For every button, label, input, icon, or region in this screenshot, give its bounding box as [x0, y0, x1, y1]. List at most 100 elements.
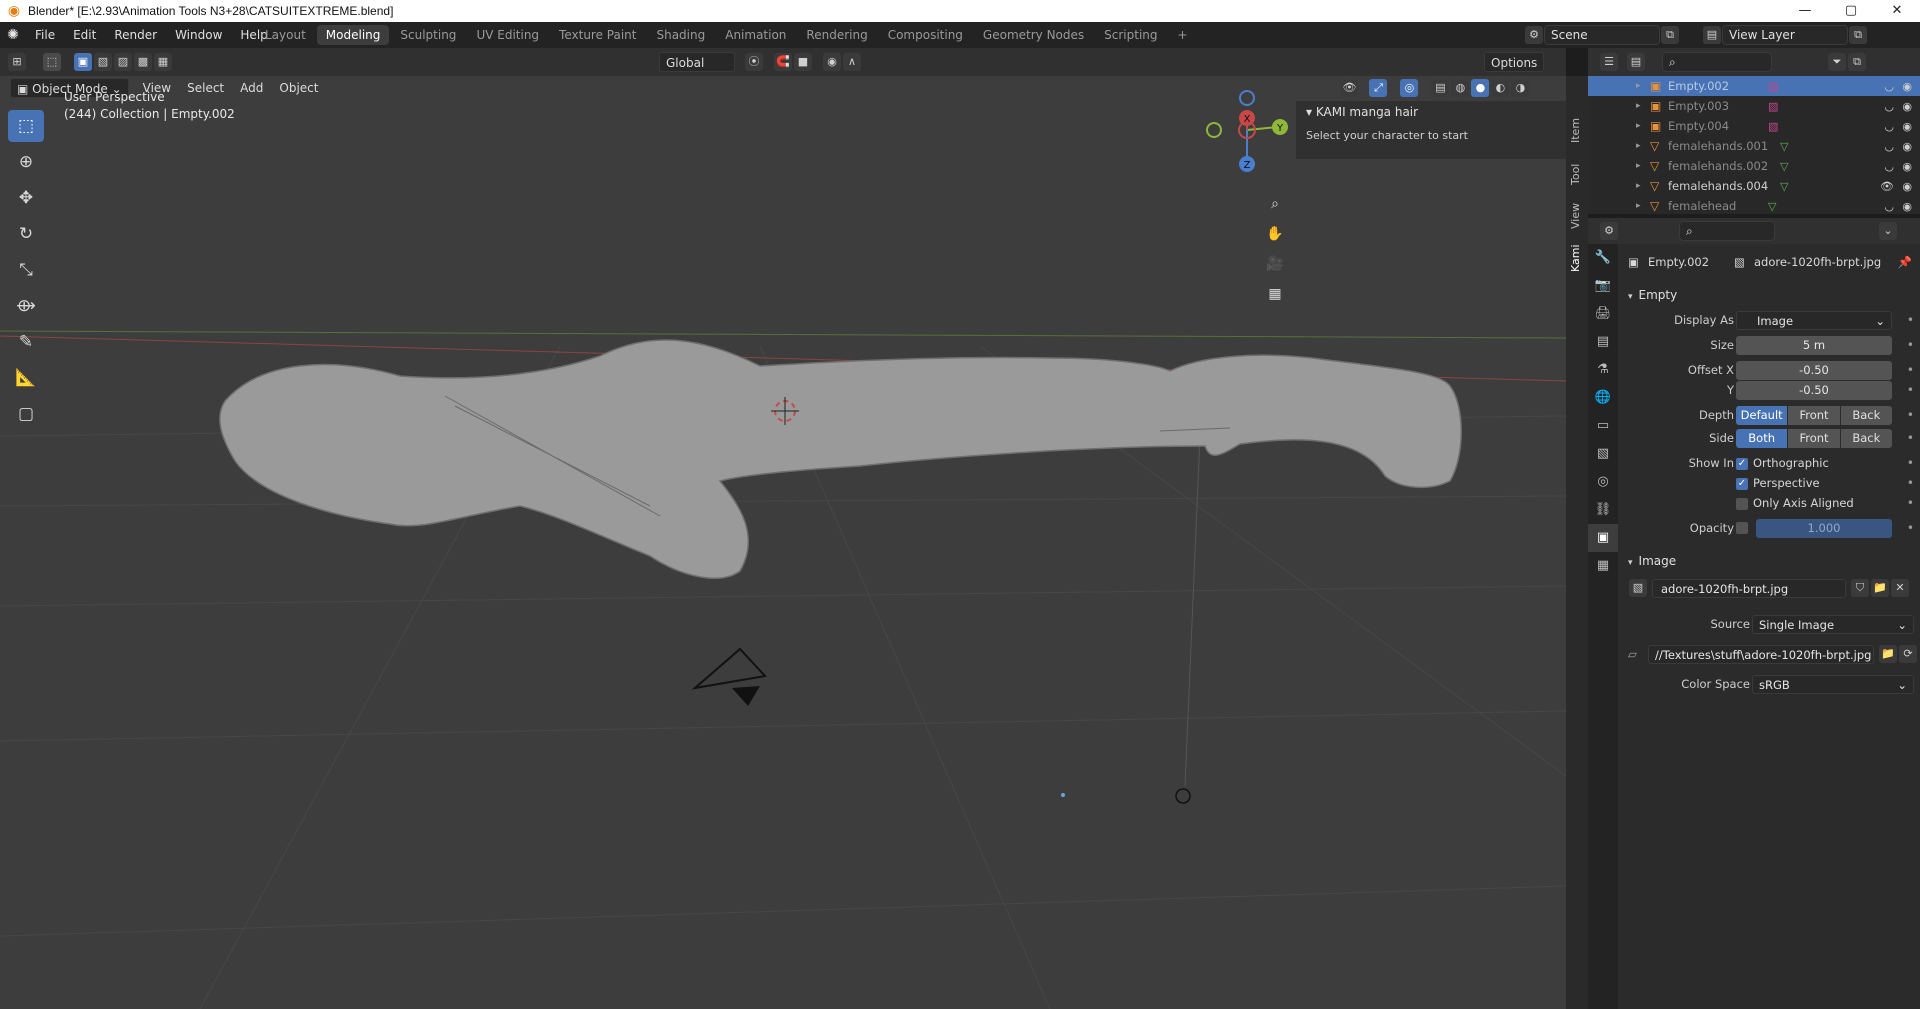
outliner-item-femalehands-001[interactable]: ▸ ▽ femalehands.001 ▽ ◡ ◉ — [1588, 136, 1920, 156]
wireframe-shading-icon[interactable]: ◍ — [1451, 79, 1470, 97]
outliner-item-femalehead[interactable]: ▸ ▽ femalehead ▽ ◡ ◉ — [1588, 196, 1920, 216]
visibility-icon[interactable]: 👁 — [1340, 79, 1359, 97]
view-layer-icon[interactable]: ▤ — [1703, 26, 1721, 44]
color-space-dropdown[interactable]: sRGB ⌄ — [1752, 674, 1914, 694]
tab-scripting[interactable]: Scripting — [1095, 25, 1166, 45]
side-front-button[interactable]: Front — [1788, 428, 1841, 448]
output-tab-icon[interactable]: 🖨 — [1588, 300, 1618, 328]
snap-target-icon[interactable]: ■ — [794, 53, 812, 71]
filter-icon[interactable]: ⏷ — [1828, 53, 1846, 71]
browse-folder-icon[interactable]: 📁 — [1879, 645, 1897, 663]
keyframe-dot-icon[interactable]: • — [1907, 521, 1914, 535]
use-opacity-checkbox[interactable] — [1736, 522, 1748, 534]
render-icon[interactable]: ◉ — [1902, 180, 1912, 193]
display-as-dropdown[interactable]: Image ⌄ — [1736, 310, 1892, 330]
tab-geometry-nodes[interactable]: Geometry Nodes — [974, 25, 1093, 45]
tab-layout[interactable]: Layout — [256, 25, 315, 45]
select-mode-extend-icon[interactable]: ▧ — [94, 53, 112, 71]
tab-view[interactable]: View — [1569, 196, 1585, 236]
tab-item[interactable]: Item — [1569, 110, 1585, 150]
close-button[interactable]: ✕ — [1874, 0, 1920, 22]
expand-arrow-icon[interactable]: ▸ — [1636, 181, 1650, 191]
blender-menu-icon[interactable]: ✺ — [0, 27, 26, 43]
side-both-button[interactable]: Both — [1736, 428, 1789, 448]
size-field[interactable]: 5 m — [1736, 335, 1892, 355]
fake-user-icon[interactable]: ⛉ — [1851, 579, 1869, 597]
move-tool-icon[interactable]: ✥ — [8, 182, 44, 214]
gizmo-toggle-icon[interactable]: ⤢ — [1369, 79, 1388, 97]
display-mode-icon[interactable]: ▤ — [1627, 53, 1645, 71]
tab-kami[interactable]: Kami — [1569, 238, 1585, 278]
depth-front-button[interactable]: Front — [1788, 405, 1841, 425]
hide-icon[interactable]: ◡ — [1884, 140, 1894, 153]
view-layer-tab-icon[interactable]: ▤ — [1588, 328, 1618, 356]
transform-tool-icon[interactable]: ⟴ — [8, 290, 44, 322]
expand-arrow-icon[interactable]: ▸ — [1636, 161, 1650, 171]
select-mode-invert-icon[interactable]: ▩ — [134, 53, 152, 71]
material-shading-icon[interactable]: ◐ — [1491, 79, 1510, 97]
render-icon[interactable]: ◉ — [1902, 80, 1912, 93]
menu-add[interactable]: Add — [234, 78, 269, 98]
pin-icon[interactable]: 📌 — [1898, 255, 1912, 269]
outliner-editor-icon[interactable]: ☰ — [1600, 53, 1618, 71]
3d-viewport[interactable]: ▣ Object Mode ⌄ View Select Add Object 👁… — [0, 76, 1566, 1009]
unlink-image-icon[interactable]: ✕ — [1891, 579, 1909, 597]
offset-y-field[interactable]: -0.50 — [1736, 380, 1892, 400]
cursor-tool-icon[interactable]: ⊕ — [8, 146, 44, 178]
image-datablock-field[interactable]: adore-1020fh-brpt.jpg — [1652, 578, 1846, 598]
hide-icon[interactable]: ◡ — [1884, 160, 1894, 173]
world-tab-icon[interactable]: 🌐 — [1588, 384, 1618, 412]
render-icon[interactable]: ◉ — [1902, 100, 1912, 113]
pan-hand-icon[interactable]: ✋ — [1262, 221, 1288, 247]
xray-toggle-icon[interactable]: ▤ — [1431, 79, 1450, 97]
render-icon[interactable]: ◉ — [1902, 200, 1912, 213]
image-browse-icon[interactable]: ▧ — [1629, 579, 1647, 597]
pivot-point-icon[interactable]: ⦿ — [745, 53, 763, 71]
select-tool-icon[interactable]: ⬚ — [43, 53, 61, 71]
orthographic-checkbox[interactable]: ✓ Orthographic — [1736, 456, 1829, 470]
rendered-shading-icon[interactable]: ◑ — [1511, 79, 1530, 97]
select-mode-intersect-icon[interactable]: ▦ — [154, 53, 172, 71]
scene-field[interactable]: Scene — [1544, 25, 1660, 45]
transform-orientation-dropdown[interactable]: Global — [659, 52, 735, 72]
scale-tool-icon[interactable]: ⤡ — [8, 254, 44, 286]
new-scene-icon[interactable]: ⧉ — [1661, 26, 1679, 44]
keyframe-dot-icon[interactable]: • — [1907, 338, 1914, 352]
menu-select[interactable]: Select — [181, 78, 230, 98]
outliner-item-empty-004[interactable]: ▸ ▣ Empty.004 ▧ ◡ ◉ — [1588, 116, 1920, 136]
opacity-field[interactable]: 1.000 — [1756, 518, 1892, 538]
add-cube-tool-icon[interactable]: ▢ — [8, 398, 44, 430]
offset-x-field[interactable]: -0.50 — [1736, 360, 1892, 380]
menu-file[interactable]: File — [26, 22, 64, 48]
keyframe-dot-icon[interactable]: • — [1907, 408, 1914, 422]
ortho-toggle-icon[interactable]: ▦ — [1262, 281, 1288, 307]
select-mode-new-icon[interactable]: ▣ — [74, 53, 92, 71]
perspective-checkbox[interactable]: ✓ Perspective — [1736, 476, 1820, 490]
tab-tool[interactable]: Tool — [1569, 154, 1585, 194]
render-icon[interactable]: ◉ — [1902, 120, 1912, 133]
menu-edit[interactable]: Edit — [64, 22, 105, 48]
outliner-item-femalehands-002[interactable]: ▸ ▽ femalehands.002 ▽ ◡ ◉ — [1588, 156, 1920, 176]
empty-section-header[interactable]: ▾ Empty — [1618, 284, 1920, 306]
minimize-button[interactable]: — — [1782, 0, 1828, 22]
proportional-editing-icon[interactable]: ◉ — [823, 53, 841, 71]
keyframe-dot-icon[interactable]: • — [1907, 363, 1914, 377]
keyframe-dot-icon[interactable]: • — [1907, 383, 1914, 397]
expand-arrow-icon[interactable]: ▸ — [1636, 201, 1650, 211]
keyframe-dot-icon[interactable]: • — [1907, 456, 1914, 470]
editor-type-icon[interactable]: ⊞ — [8, 53, 26, 71]
maximize-button[interactable]: ▢ — [1828, 0, 1874, 22]
measure-tool-icon[interactable]: 📐 — [8, 362, 44, 394]
outliner-item-empty-002[interactable]: ▸ ▣ Empty.002 ▧ ◡ ◉ — [1588, 76, 1920, 96]
properties-search-input[interactable]: ⌕ — [1679, 221, 1775, 241]
object-tab-icon[interactable]: ▧ — [1588, 440, 1618, 468]
open-image-icon[interactable]: 📁 — [1871, 579, 1889, 597]
overlay-toggle-icon[interactable]: ◎ — [1400, 79, 1419, 97]
image-section-header[interactable]: ▾ Image — [1618, 550, 1920, 572]
kami-panel-header[interactable]: ▾ KAMI manga hair — [1296, 101, 1566, 123]
properties-options-icon[interactable]: ⌄ — [1879, 222, 1897, 240]
add-workspace-button[interactable]: + — [1169, 25, 1197, 45]
keyframe-dot-icon[interactable]: • — [1907, 476, 1914, 490]
render-tab-icon[interactable]: 📷 — [1588, 272, 1618, 300]
depth-default-button[interactable]: Default — [1736, 405, 1789, 425]
